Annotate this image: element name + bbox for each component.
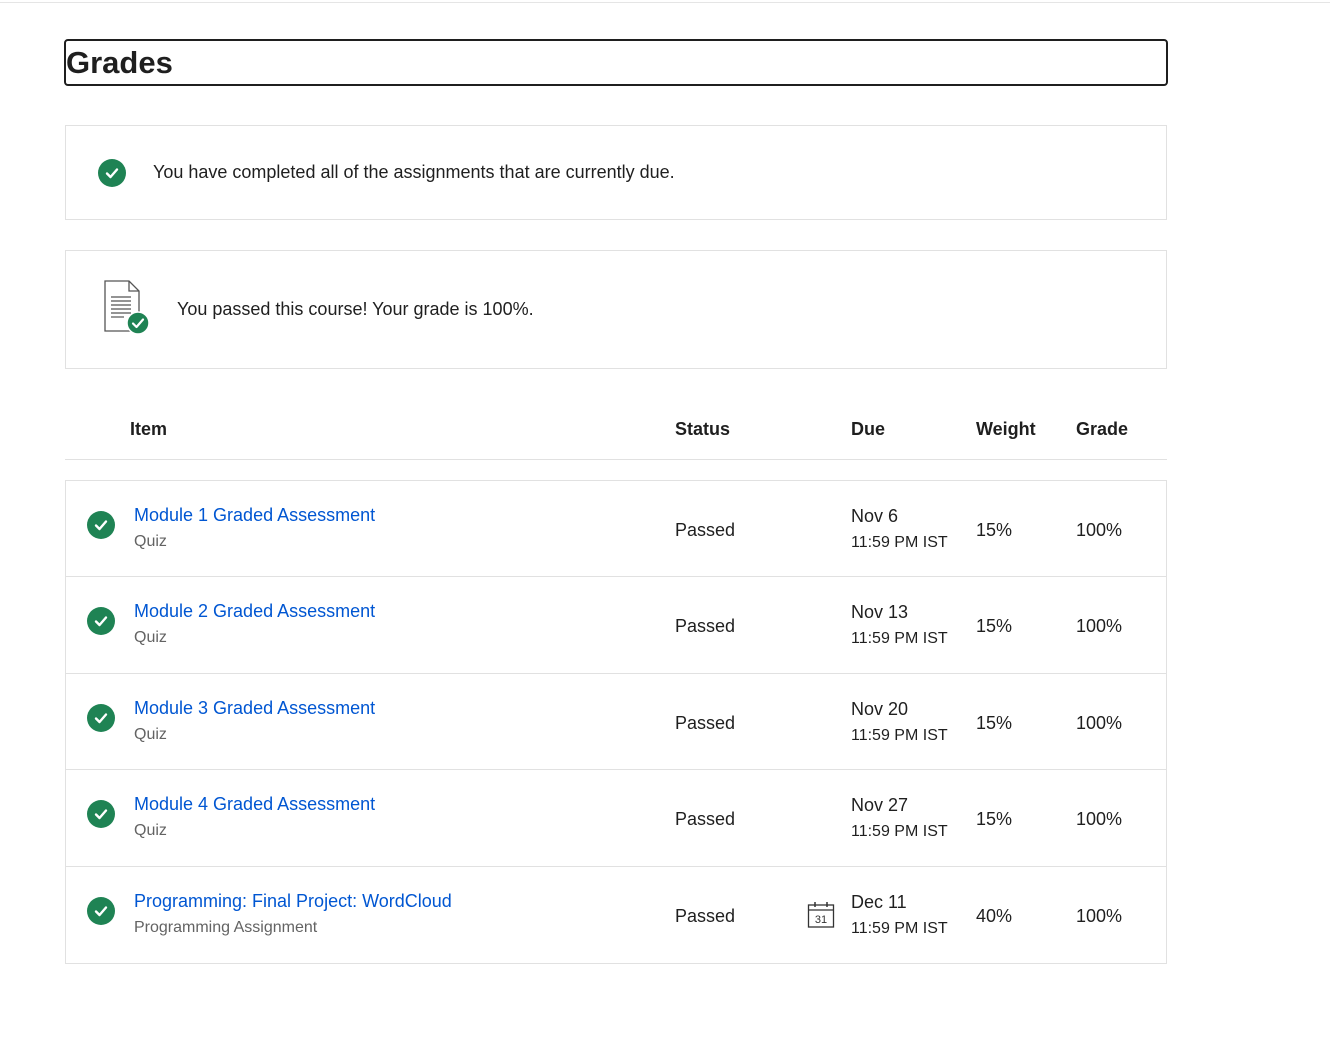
course-passed-message: You passed this course! Your grade is 10…: [177, 299, 534, 319]
status-value: Passed: [675, 616, 736, 637]
page-title: Grades: [64, 39, 1168, 86]
table-row: Module 3 Graded Assessment Quiz Passed N…: [66, 674, 1166, 771]
column-header-status: Status: [675, 419, 731, 439]
due-date: Nov 6: [851, 506, 899, 526]
grade-value: 100%: [1076, 520, 1123, 540]
status-value: Passed: [675, 809, 736, 830]
check-circle-icon: [87, 800, 115, 829]
item-type: Quiz: [134, 725, 167, 743]
item-link[interactable]: Module 3 Graded Assessment: [134, 698, 375, 719]
grade-value: 100%: [1076, 905, 1123, 926]
document-check-icon: [104, 280, 150, 335]
check-circle-icon: [87, 511, 115, 539]
due-date: Nov 20: [851, 698, 909, 719]
course-passed-banner: You passed this course! Your grade is 10…: [65, 250, 1167, 369]
due-time: 11:59 PM IST: [851, 630, 948, 648]
status-value: Passed: [675, 712, 736, 733]
column-header-weight: Weight: [976, 419, 1036, 439]
weight-value: 15%: [976, 809, 1013, 830]
due-date: Nov 13: [851, 602, 909, 623]
grade-value: 100%: [1076, 616, 1123, 637]
table-row: Module 4 Graded Assessment Quiz Passed N…: [66, 770, 1166, 867]
item-type: Quiz: [134, 822, 167, 840]
weight-value: 40%: [976, 905, 1013, 926]
grade-value: 100%: [1076, 809, 1123, 830]
top-divider: [0, 2, 1330, 3]
grades-table-header: Item Status Due Weight Grade: [65, 400, 1167, 460]
table-row: Module 1 Graded Assessment Quiz Passed N…: [66, 481, 1166, 578]
check-circle-icon: [98, 159, 126, 187]
table-row: Programming: Final Project: WordCloud Pr…: [66, 867, 1166, 963]
status-value: Passed: [675, 905, 736, 926]
due-date: Dec 11: [851, 891, 907, 912]
check-circle-icon: [87, 896, 115, 925]
due-time: 11:59 PM IST: [851, 919, 948, 937]
column-header-grade: Grade: [1076, 419, 1129, 439]
status-value: Passed: [675, 520, 736, 540]
table-row: Module 2 Graded Assessment Quiz Passed N…: [66, 577, 1166, 674]
grade-value: 100%: [1076, 712, 1123, 733]
item-link[interactable]: Module 1 Graded Assessment: [134, 505, 375, 526]
weight-value: 15%: [976, 520, 1013, 540]
item-link[interactable]: Programming: Final Project: WordCloud: [134, 891, 452, 912]
due-time: 11:59 PM IST: [851, 726, 948, 744]
column-header-due: Due: [851, 419, 886, 439]
calendar-day: 31: [815, 914, 827, 926]
due-date: Nov 27: [851, 795, 909, 816]
item-type: Programming Assignment: [134, 918, 318, 936]
item-link[interactable]: Module 2 Graded Assessment: [134, 601, 375, 622]
assignments-due-message: You have completed all of the assignment…: [153, 162, 675, 182]
grades-table-body: Module 1 Graded Assessment Quiz Passed N…: [65, 480, 1167, 964]
weight-value: 15%: [976, 616, 1013, 637]
due-time: 11:59 PM IST: [851, 534, 948, 551]
due-time: 11:59 PM IST: [851, 823, 948, 841]
check-circle-icon: [87, 703, 115, 732]
check-circle-icon: [87, 607, 115, 636]
column-header-item: Item: [130, 419, 168, 439]
assignments-due-banner: You have completed all of the assignment…: [65, 125, 1167, 220]
weight-value: 15%: [976, 712, 1013, 733]
item-type: Quiz: [134, 629, 167, 647]
item-link[interactable]: Module 4 Graded Assessment: [134, 794, 375, 815]
item-type: Quiz: [134, 533, 167, 550]
calendar-icon: 31: [807, 901, 835, 928]
